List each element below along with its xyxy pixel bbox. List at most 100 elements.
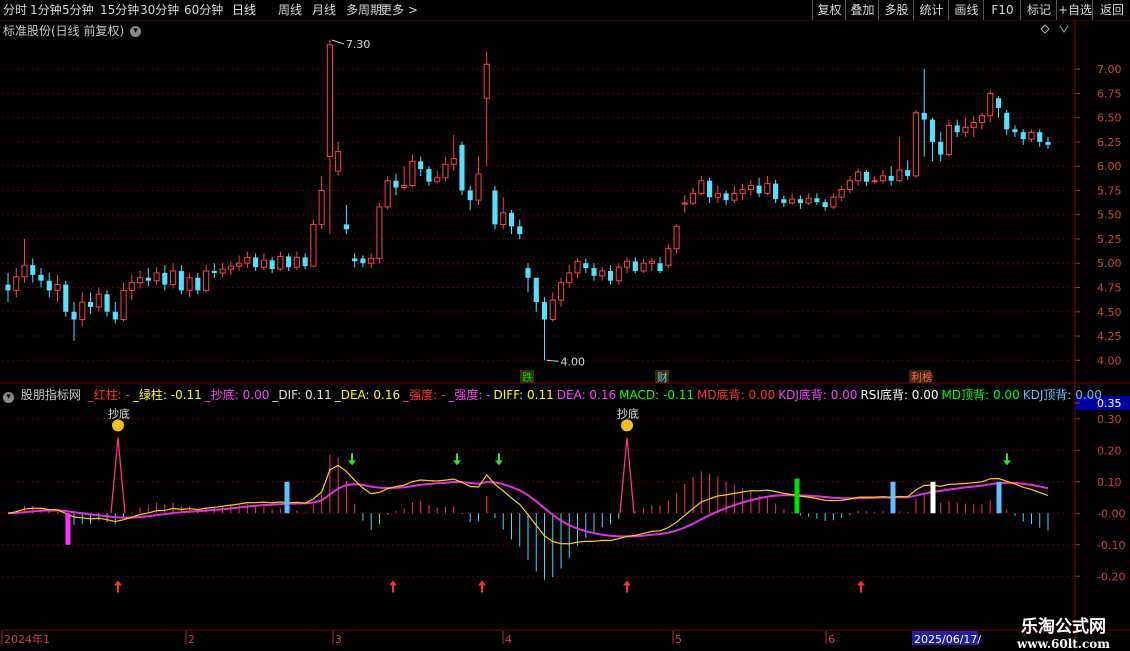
candle-body — [79, 301, 86, 321]
indicator-value: MACD: -0.11 — [619, 388, 695, 402]
candle-body — [434, 177, 441, 183]
indicator-name: 股朋指标网 — [20, 388, 81, 402]
candle-body — [46, 280, 52, 291]
candle-body — [418, 161, 424, 170]
signal-bar — [65, 513, 71, 545]
candle-body — [195, 277, 201, 291]
candle-body — [500, 212, 507, 225]
signal-bar — [996, 481, 1002, 514]
candle-body — [162, 272, 168, 285]
candle-body — [517, 226, 523, 235]
bottom-label: 抄底 — [108, 406, 130, 420]
candle-body — [822, 202, 828, 207]
low-label: 4.00 — [561, 355, 586, 368]
price-tick-label: 5.75 — [1097, 184, 1122, 197]
price-tick-label: 5.50 — [1097, 209, 1122, 222]
candle-body — [921, 112, 927, 120]
candle-body — [360, 258, 366, 264]
indicator-value: KDJ底背: 0.00 — [778, 388, 858, 402]
candle-body — [286, 256, 292, 268]
settings-icon[interactable]: ▾ — [3, 392, 14, 403]
candle-body — [731, 192, 738, 201]
indicator-value: MD底背: 0.00 — [697, 388, 776, 402]
candle-body — [945, 124, 953, 156]
candle-body — [318, 189, 325, 225]
candle-body — [203, 270, 210, 291]
candle-body — [607, 271, 614, 281]
candle-body — [30, 265, 36, 275]
candle-body — [871, 180, 878, 183]
candle-body — [739, 188, 746, 194]
candle-body — [533, 277, 539, 303]
down-arrow-icon — [348, 453, 356, 466]
candle-body — [648, 260, 655, 264]
candle-body — [442, 163, 449, 179]
candle-body — [929, 119, 936, 142]
price-tick-label: 5.00 — [1097, 257, 1122, 270]
candle-body — [95, 293, 102, 308]
kline-chart[interactable]: 7.00 6.75 6.50 6.25 6.00 5.75 5.50 5.25 5.00 4.75… — [0, 0, 1130, 650]
signal-bar — [890, 481, 896, 514]
face-icon — [621, 419, 633, 432]
candle-body — [888, 175, 894, 181]
indicator-tick-label: -0.00 — [1097, 507, 1125, 520]
candle-body — [954, 125, 960, 133]
candle-body — [938, 141, 944, 155]
candle-body — [623, 260, 631, 268]
candle-body — [789, 198, 796, 204]
candle-body — [508, 212, 515, 227]
candle-body — [525, 268, 531, 278]
low-pointer — [546, 359, 559, 362]
candle-body — [574, 260, 581, 274]
candle-body — [879, 175, 886, 182]
indicator-value: _DEA: 0.16 — [334, 388, 401, 402]
candle-body — [54, 284, 61, 291]
candle-body — [690, 192, 697, 204]
candle-body — [426, 169, 432, 182]
candle-body — [219, 268, 226, 274]
price-tick-label: 6.75 — [1097, 87, 1122, 100]
signal-bar — [794, 478, 800, 514]
candle-body — [846, 180, 853, 190]
candle-body — [962, 126, 969, 133]
candle-body — [13, 276, 20, 291]
indicator-tick-label: -0.10 — [1097, 539, 1125, 552]
candle-body — [657, 263, 663, 271]
candle-body — [269, 260, 275, 270]
candle-body — [492, 190, 498, 225]
candle-body — [1020, 132, 1026, 139]
candle-body — [698, 180, 705, 194]
indicator-values: _红柱: - _绿柱: -0.11 _抄底: 0.00 _DIF: 0.11 _DEA:… — [88, 388, 1105, 402]
candle-body — [71, 311, 77, 320]
indicator-value: KDJ顶背: 0.00 — [1022, 388, 1102, 402]
candle-body — [855, 171, 862, 182]
indicator-value: DIFF: 0.11 — [493, 388, 554, 402]
candle-body — [665, 248, 672, 266]
candle-body — [814, 198, 820, 203]
date-label: 5 — [675, 633, 682, 646]
candle-body — [120, 289, 127, 321]
candle-body — [1004, 112, 1010, 130]
candle-body — [541, 302, 548, 320]
candle-body — [227, 265, 234, 270]
candle-body — [170, 270, 177, 286]
watermark: 乐淘公式网 www.60lt.com — [1017, 612, 1110, 651]
up-arrow-icon — [857, 580, 865, 593]
indicator-value: _强度: - — [403, 388, 446, 402]
candle-body — [905, 170, 911, 176]
candle-body — [409, 160, 416, 187]
candle-body — [483, 63, 490, 99]
indicator-value: _DIF: 0.11 — [272, 388, 332, 402]
candle-body — [352, 258, 358, 262]
watermark-title: 乐淘公式网 — [1021, 617, 1107, 637]
candle-body — [38, 274, 44, 281]
price-tick-label: 4.50 — [1097, 306, 1122, 319]
candle-body — [260, 259, 267, 268]
bottom-spike — [110, 437, 126, 514]
high-pointer — [331, 39, 345, 45]
candle-body — [145, 277, 151, 281]
indicator-tick-label: -0.20 — [1097, 570, 1125, 583]
candle-body — [112, 311, 118, 320]
candle-body — [253, 257, 259, 268]
watermark-url: www.60lt.com — [1017, 637, 1110, 651]
